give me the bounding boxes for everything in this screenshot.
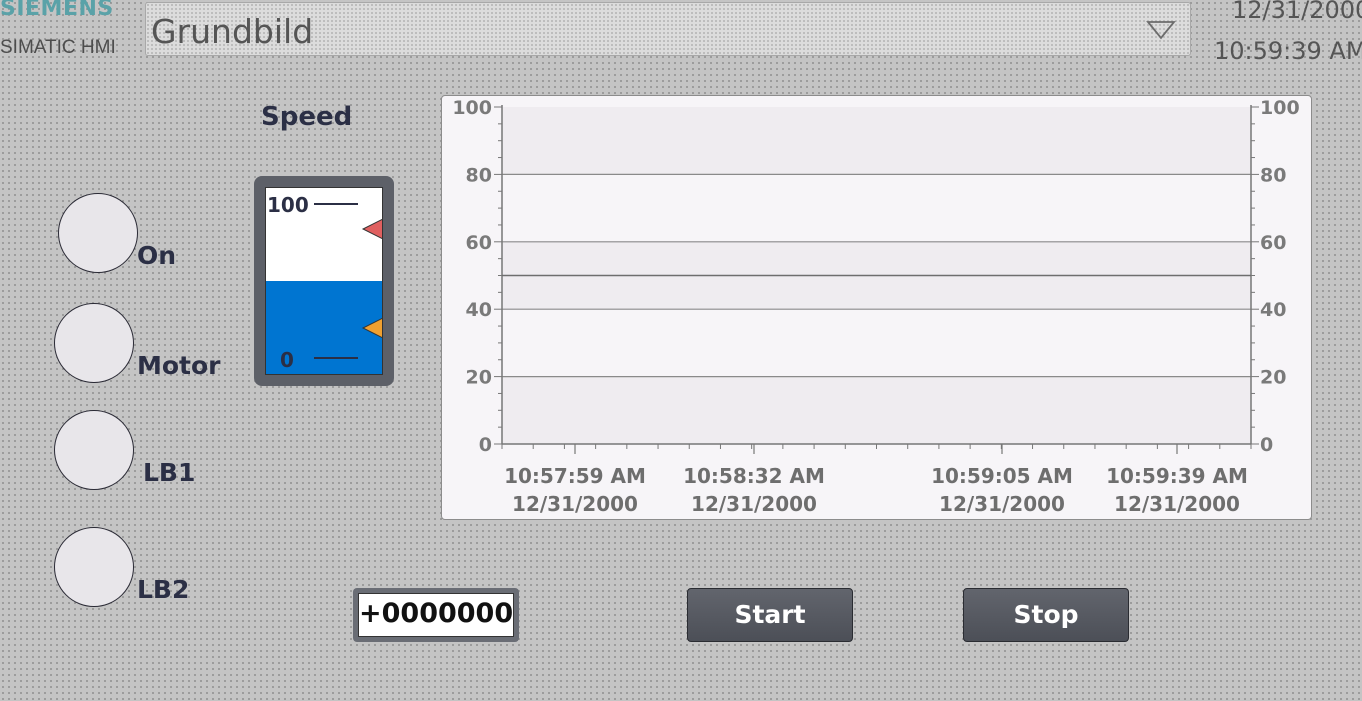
speed-scale-min-tick (314, 357, 358, 359)
trend-band (502, 309, 1251, 377)
indicator-label-lb2: LB2 (137, 575, 190, 604)
trend-x-time-label: 10:59:05 AM (931, 464, 1073, 488)
trend-y-label-left: 80 (466, 164, 492, 186)
indicator-label-motor: Motor (137, 351, 221, 380)
trend-y-label-right: 100 (1260, 97, 1300, 119)
trend-y-label-left: 20 (466, 367, 492, 389)
trend-y-label-right: 0 (1260, 434, 1273, 456)
trend-y-label-left: 60 (466, 232, 492, 254)
io-field-speed[interactable]: +0000000 (353, 588, 519, 642)
trend-y-label-left: 100 (452, 97, 492, 119)
upper-limit-marker-icon (361, 218, 382, 239)
indicator-lamp-lb2 (54, 527, 134, 607)
io-field-value: +0000000 (358, 593, 514, 637)
screen-selector-dropdown[interactable]: Grundbild (145, 2, 1191, 56)
trend-view: 0 0 20 20 40 40 60 60 80 80 100 100 10:57:59 AM 12/31… (441, 95, 1312, 520)
trend-x-date-label: 12/31/2000 (939, 492, 1065, 516)
trend-y-label-left: 40 (466, 299, 492, 321)
speed-bar-area: 100 0 (265, 187, 383, 375)
trend-band (502, 376, 1251, 444)
trend-x-date-label: 12/31/2000 (512, 492, 638, 516)
speed-title: Speed (261, 102, 353, 132)
indicator-lamp-lb1 (54, 410, 134, 490)
speed-bar-gauge: 100 0 (254, 176, 394, 386)
trend-x-date-label: 12/31/2000 (691, 492, 817, 516)
indicator-label-on: On (137, 241, 177, 270)
trend-y-label-right: 60 (1260, 232, 1286, 254)
system-time: 10:59:39 AM (1214, 37, 1362, 65)
trend-x-time-label: 10:58:32 AM (683, 464, 825, 488)
trend-x-time-label: 10:59:39 AM (1106, 464, 1248, 488)
trend-x-time-label: 10:57:59 AM (504, 464, 646, 488)
trend-y-label-right: 20 (1260, 367, 1286, 389)
screen-selector-value: Grundbild (151, 12, 314, 51)
lower-limit-marker-icon (361, 317, 382, 338)
chevron-down-icon (1146, 21, 1176, 40)
trend-chart: 0 0 20 20 40 40 60 60 80 80 100 100 10:57:59 AM 12/31… (452, 97, 1300, 516)
siemens-logo: SIEMENS (0, 0, 114, 21)
speed-scale-min: 0 (280, 348, 294, 372)
trend-band (502, 107, 1251, 175)
indicator-lamp-motor (54, 303, 134, 383)
system-date: 12/31/2000 (1232, 0, 1362, 24)
speed-scale-max: 100 (267, 193, 309, 217)
speed-scale-max-tick (314, 203, 358, 205)
stop-button[interactable]: Stop (963, 588, 1129, 642)
trend-y-label-left: 0 (479, 434, 492, 456)
trend-x-date-label: 12/31/2000 (1114, 492, 1240, 516)
indicator-lamp-on (58, 193, 138, 273)
start-button[interactable]: Start (687, 588, 853, 642)
trend-y-label-right: 80 (1260, 164, 1286, 186)
indicator-label-lb1: LB1 (143, 458, 196, 487)
simatic-hmi-label: SIMATIC HMI (0, 37, 116, 58)
trend-band (502, 174, 1251, 242)
trend-y-label-right: 40 (1260, 299, 1286, 321)
